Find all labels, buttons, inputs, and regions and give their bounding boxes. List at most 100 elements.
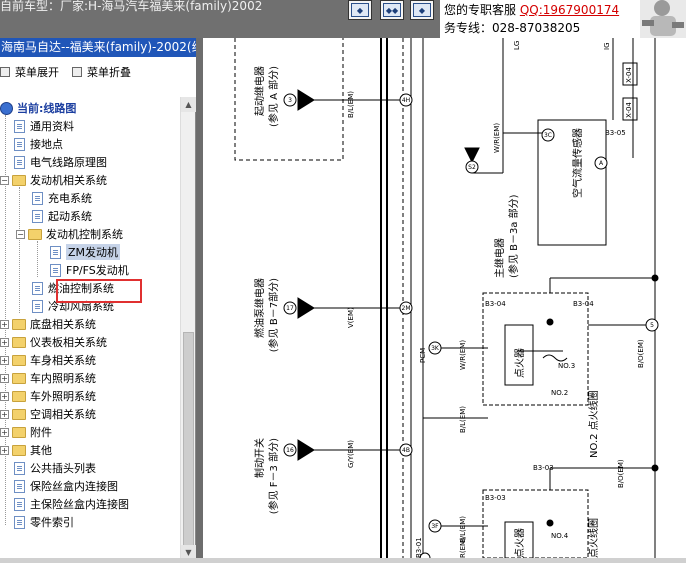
nav-prev-button[interactable]: ◆ xyxy=(348,0,372,20)
label-no4: NO.4 xyxy=(551,532,569,540)
top-toolbar: 自前车型：厂家:H-海马汽车福美来(family)2002 ◆ ◆◆ ◆ 您的专… xyxy=(0,0,686,38)
tree-item-main-fusebox[interactable]: 主保险丝盒内连接图 xyxy=(14,495,129,513)
label-fuel-pump-relay: 燃油泵继电器 xyxy=(253,278,266,338)
label-no2: NO.2 xyxy=(551,389,568,397)
folder-icon xyxy=(12,390,26,402)
tree-root-current[interactable]: 当前:线路图 xyxy=(0,99,76,117)
wire-re: R(EM) xyxy=(459,537,467,558)
document-icon xyxy=(32,299,43,313)
tree-item-parts-index[interactable]: 零件索引 xyxy=(14,513,74,531)
pin-2m: 2M xyxy=(402,305,411,312)
service-info: 您的专职客服 QQ:1967900174 务专线：028-87038205 xyxy=(440,0,640,38)
folder-icon xyxy=(12,354,26,366)
tree-folder-dashboard[interactable]: + 仪表板相关系统 xyxy=(0,333,107,351)
expand-toggle-icon[interactable]: + xyxy=(0,409,9,419)
tree-folder-accessories[interactable]: + 附件 xyxy=(0,423,52,441)
expand-toggle-icon[interactable]: + xyxy=(0,373,9,383)
tree-folder-exterior-light[interactable]: + 车外照明系统 xyxy=(0,387,96,405)
navigation-panel: 海南马自达--福美来(family)-2002(线 菜单展开 菜单折叠 当前:线… xyxy=(0,38,196,560)
expand-toggle-icon[interactable]: + xyxy=(0,445,9,455)
highlight-box xyxy=(56,279,142,303)
panel-title: 海南马自达--福美来(family)-2002(线 xyxy=(0,38,196,57)
label-main-relay: 主继电器 xyxy=(493,238,506,278)
tree-item-charging[interactable]: 充电系统 xyxy=(32,189,92,207)
document-icon xyxy=(14,137,25,151)
label-no3: NO.3 xyxy=(558,362,575,370)
tree-folder-body[interactable]: + 车身相关系统 xyxy=(0,351,96,369)
tree-item-zm-engine[interactable]: ZM发动机 xyxy=(50,243,121,261)
wire-gy: G/Y(EM) xyxy=(347,440,355,468)
wire-bl: B/L(EM) xyxy=(347,91,355,118)
pin-4b: 4B xyxy=(402,447,410,454)
document-icon xyxy=(50,263,61,277)
label-b304-2: B3-04 xyxy=(573,300,594,308)
expand-toggle-icon[interactable]: + xyxy=(0,355,9,365)
label-airflow-sensor: 空气流量传感器 xyxy=(571,128,584,198)
expand-all-button[interactable]: 菜单展开 xyxy=(0,64,59,80)
tree-item-starting[interactable]: 起动系统 xyxy=(32,207,92,225)
collapse-toggle-icon[interactable]: − xyxy=(16,229,25,239)
expand-icon xyxy=(0,67,10,77)
folder-icon xyxy=(12,444,26,456)
wire-bl2: B/L(EM) xyxy=(459,406,467,433)
mascot-image xyxy=(640,0,686,38)
folder-icon xyxy=(12,336,26,348)
wire-bo: B/O(EM) xyxy=(637,339,645,368)
folder-open-icon xyxy=(12,174,26,186)
tree-folder-ac[interactable]: + 空调相关系统 xyxy=(0,405,96,423)
qq-link[interactable]: QQ:1967900174 xyxy=(520,3,619,17)
bottom-strip xyxy=(0,558,686,563)
folder-icon xyxy=(12,426,26,438)
tree-item-connectors[interactable]: 公共插头列表 xyxy=(14,459,96,477)
folder-icon xyxy=(12,372,26,384)
expand-toggle-icon[interactable]: + xyxy=(0,391,9,401)
wire-wr2: W/R(EM) xyxy=(459,340,467,370)
folder-icon xyxy=(12,318,26,330)
tree-item-ground[interactable]: 接地点 xyxy=(14,135,63,153)
globe-icon xyxy=(0,101,13,115)
expand-toggle-icon[interactable]: + xyxy=(0,319,9,329)
conn-17: 17 xyxy=(286,305,294,312)
label-x04-2: X-04 xyxy=(625,102,633,118)
tree-item-schematic[interactable]: 电气线路原理图 xyxy=(14,153,107,171)
label-starter-relay: 起动继电器 xyxy=(253,66,266,116)
wiring-diagram[interactable]: 起动继电器 (参见 A 部分) 燃油泵继电器 (参见 B－7部分) 制动开关 (… xyxy=(203,38,686,558)
collapse-icon xyxy=(72,67,82,77)
nav-both-button[interactable]: ◆◆ xyxy=(380,0,404,20)
label-pcm: PCM xyxy=(419,348,427,363)
tree-folder-chassis[interactable]: + 底盘相关系统 xyxy=(0,315,96,333)
document-icon xyxy=(14,155,25,169)
document-icon xyxy=(32,191,43,205)
label-b305: B3-05 xyxy=(605,129,626,137)
nav-next-button[interactable]: ◆ xyxy=(410,0,434,20)
wire-bo2: B/O(EM) xyxy=(617,459,625,488)
label-b303: B3-03 xyxy=(485,494,506,502)
label-brake-switch-ref: (参见 F－3 部分) xyxy=(267,438,280,514)
tree-item-fusebox[interactable]: 保险丝盒内连接图 xyxy=(14,477,118,495)
expand-toggle-icon[interactable]: + xyxy=(0,427,9,437)
tree-folder-other[interactable]: + 其他 xyxy=(0,441,52,459)
pin-3c: 3C xyxy=(544,132,552,139)
conn-s2: S2 xyxy=(468,164,476,171)
wire-v: V(EM) xyxy=(347,307,355,328)
tree-item-general[interactable]: 通用资料 xyxy=(14,117,74,135)
label-igniter-2: 点火器 xyxy=(514,528,526,558)
label-brake-switch: 制动开关 xyxy=(253,438,266,478)
car-model-label: 自前车型：厂家:H-海马汽车福美来(family)2002 xyxy=(0,0,263,13)
tree-folder-interior-light[interactable]: + 车内照明系统 xyxy=(0,369,96,387)
tree-item-fpfs-engine[interactable]: FP/FS发动机 xyxy=(50,261,129,279)
collapse-toggle-icon[interactable]: − xyxy=(0,175,9,185)
collapse-all-button[interactable]: 菜单折叠 xyxy=(72,64,131,80)
tree-folder-engine-control[interactable]: − 发动机控制系统 xyxy=(16,225,123,243)
label-coil-no2: NO.2 点火线圈 xyxy=(587,390,600,458)
document-icon xyxy=(14,119,25,133)
scroll-up-icon[interactable]: ▲ xyxy=(181,97,196,112)
both-icon: ◆◆ xyxy=(383,3,401,17)
tree-scrollbar[interactable]: ▲ ▼ xyxy=(180,97,196,560)
label-ig: IG xyxy=(603,43,611,51)
folder-icon xyxy=(12,408,26,420)
menu-operations: 菜单展开 菜单折叠 xyxy=(0,57,196,97)
tree-folder-engine[interactable]: − 发动机相关系统 xyxy=(0,171,107,189)
scroll-thumb[interactable] xyxy=(183,332,194,547)
expand-toggle-icon[interactable]: + xyxy=(0,337,9,347)
